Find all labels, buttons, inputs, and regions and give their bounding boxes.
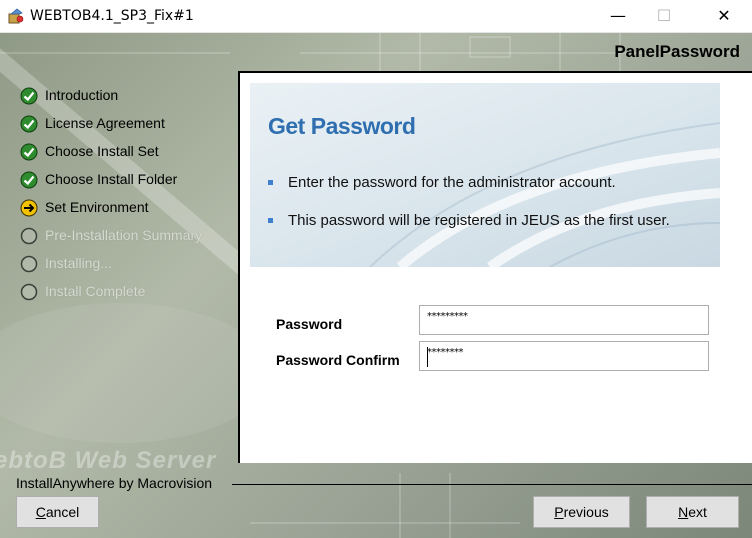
check-circle-icon [20, 171, 38, 189]
window-title: WEBTOB4.1_SP3_Fix#1 [30, 8, 194, 24]
info-banner: Get Password Enter the password for the … [250, 83, 720, 267]
bullet-text: This password will be registered in JEUS… [288, 212, 670, 229]
password-field[interactable]: ********* [419, 305, 709, 335]
next-button[interactable]: Next [646, 496, 739, 528]
password-masked-value: ********* [427, 311, 468, 322]
previous-mnemonic: P [554, 504, 564, 520]
minimize-button[interactable]: — [595, 0, 641, 32]
password-confirm-masked-value: ******** [427, 347, 464, 358]
arrow-circle-icon [20, 199, 38, 217]
footer-divider [232, 484, 752, 485]
text-caret [427, 347, 428, 367]
title-bar: WEBTOB4.1_SP3_Fix#1 — ☐ ✕ [0, 0, 752, 33]
password-confirm-label: Password Confirm [276, 352, 400, 368]
empty-circle-icon [20, 227, 38, 245]
step-label: Install Complete [45, 283, 146, 299]
password-confirm-field[interactable]: ******** [419, 341, 709, 371]
content-heading: Get Password [268, 113, 416, 139]
content-panel: Get Password Enter the password for the … [238, 71, 752, 463]
bullet-square-icon [268, 180, 273, 185]
step-label: Installing... [45, 255, 112, 271]
step-label: License Agreement [45, 115, 165, 131]
check-circle-icon [20, 115, 38, 133]
bullet-text: Enter the password for the administrator… [288, 174, 616, 191]
maximize-button[interactable]: ☐ [641, 0, 687, 32]
cancel-mnemonic: C [35, 504, 46, 520]
installer-body: PanelPassword Introduction License Agree… [0, 33, 752, 538]
installer-app-icon [8, 8, 24, 24]
empty-circle-icon [20, 283, 38, 301]
cancel-label: ancel [45, 504, 80, 520]
step-label: Introduction [45, 87, 119, 103]
check-circle-icon [20, 143, 38, 161]
next-label: ext [688, 504, 707, 520]
step-label: Choose Install Set [45, 143, 159, 159]
bullet-square-icon [268, 218, 273, 223]
brand-watermark: ebtoB Web Server [0, 447, 217, 474]
empty-circle-icon [20, 255, 38, 273]
next-mnemonic: N [678, 504, 689, 520]
cancel-button[interactable]: Cancel [16, 496, 99, 528]
password-label: Password [276, 316, 343, 332]
step-label: Set Environment [45, 199, 149, 215]
step-label: Pre-Installation Summary [45, 227, 203, 243]
step-label: Choose Install Folder [45, 171, 178, 187]
close-button[interactable]: ✕ [701, 0, 747, 32]
panel-title: PanelPassword [614, 42, 740, 61]
previous-label: revious [563, 504, 609, 520]
previous-button[interactable]: Previous [533, 496, 630, 528]
installanywhere-brand: InstallAnywhere by Macrovision [16, 475, 213, 491]
check-circle-icon [20, 87, 38, 105]
